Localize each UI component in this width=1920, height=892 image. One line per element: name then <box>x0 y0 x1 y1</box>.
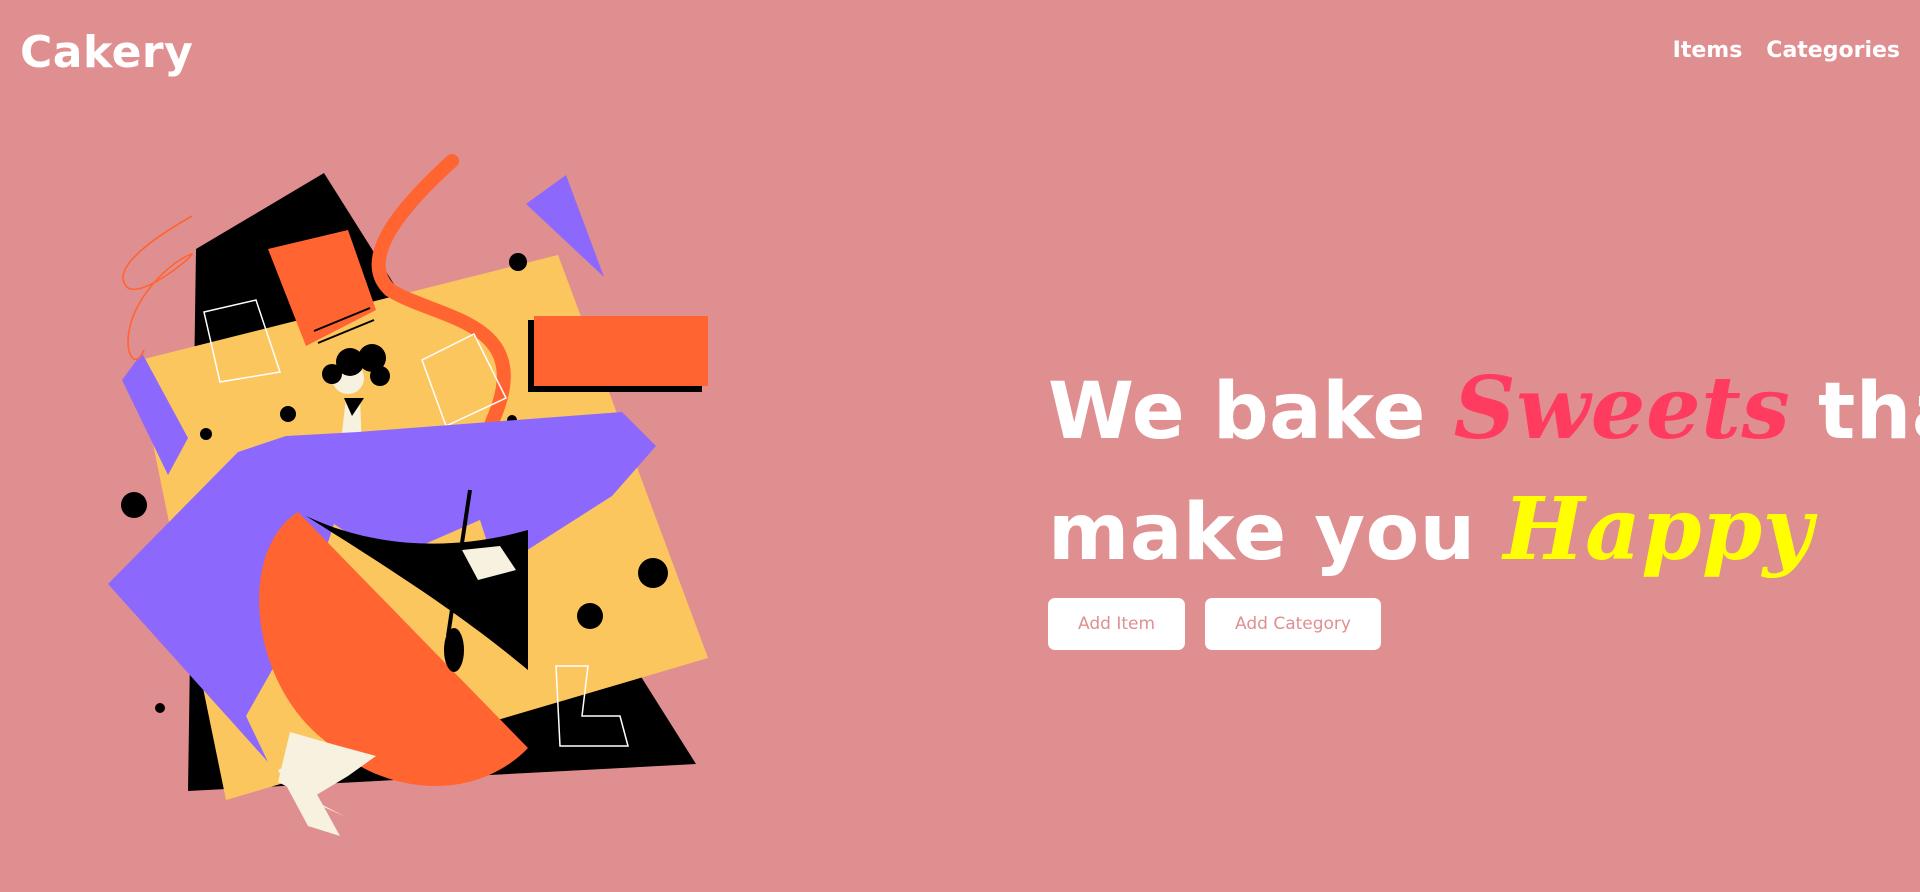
headline-line2-part1: make you <box>1048 488 1504 578</box>
headline-line1-part1: We bake <box>1048 367 1454 457</box>
baker-illustration <box>108 150 720 836</box>
nav-links: Items Categories <box>1673 36 1900 66</box>
page: Cakery Items Categories We bake Sweets t… <box>0 0 1920 892</box>
hero: We bake Sweets that make you Happy Add I… <box>1048 350 1920 650</box>
baker-mixing-bowl-icon <box>108 154 708 836</box>
headline-sweets: Sweets <box>1453 358 1791 459</box>
headline-happy: Happy <box>1503 479 1814 580</box>
add-item-button[interactable]: Add Item <box>1048 598 1186 650</box>
cta-row: Add Item Add Category <box>1048 598 1888 650</box>
headline-line1-part2: that <box>1817 367 1920 457</box>
nav-link-items[interactable]: Items <box>1673 36 1743 66</box>
nav-link-categories[interactable]: Categories <box>1766 36 1900 66</box>
add-category-button[interactable]: Add Category <box>1205 598 1381 650</box>
navbar: Cakery Items Categories <box>0 0 1920 104</box>
logo[interactable]: Cakery <box>20 26 193 80</box>
hero-headline: We bake Sweets that make you Happy <box>1048 350 1920 592</box>
